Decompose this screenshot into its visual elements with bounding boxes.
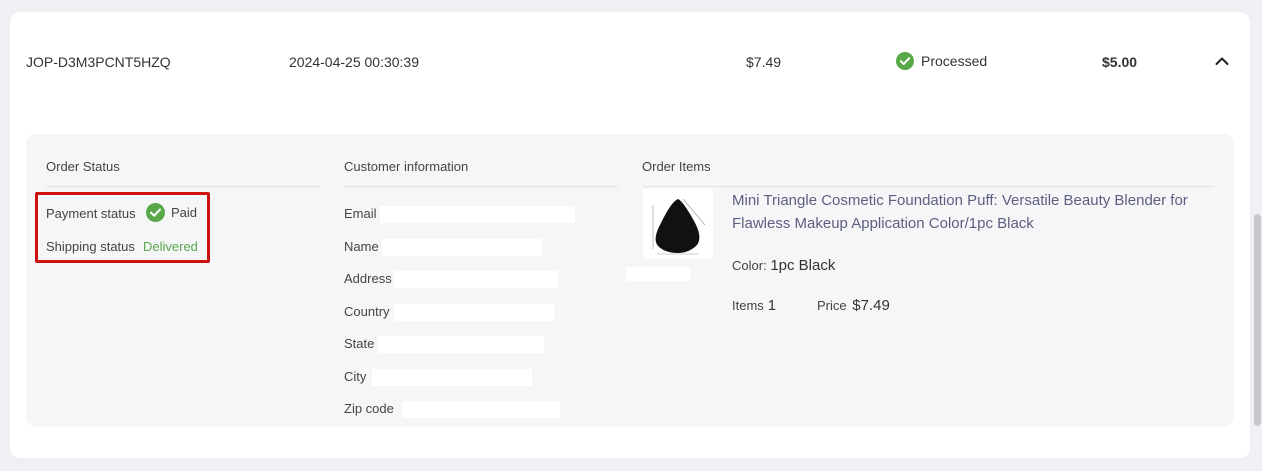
redacted-country <box>394 304 554 321</box>
redacted-email <box>380 206 575 223</box>
items-label: Items <box>732 298 764 313</box>
customer-info-title: Customer information <box>344 159 469 174</box>
product-title-link[interactable]: Mini Triangle Cosmetic Foundation Puff: … <box>732 189 1202 235</box>
product-variant: Color: 1pc Black <box>732 257 835 274</box>
customer-field-city: City <box>344 369 367 384</box>
customer-field-name: Name <box>344 239 379 254</box>
customer-field-zip: Zip code <box>344 401 394 416</box>
customer-field-email: Email <box>344 206 377 221</box>
chevron-up-icon[interactable] <box>1213 52 1231 70</box>
redacted-city <box>372 369 532 386</box>
check-circle-icon <box>896 52 914 70</box>
customer-field-address: Address <box>344 271 392 286</box>
redacted-address <box>394 271 558 288</box>
divider <box>642 186 1214 187</box>
items-count: Items 1 <box>732 297 776 314</box>
scrollbar[interactable] <box>1254 214 1261 426</box>
price-label: Price <box>817 298 847 313</box>
order-amount: $7.49 <box>746 54 782 70</box>
highlight-box <box>35 192 210 263</box>
items-value: 1 <box>767 297 777 314</box>
redacted-state <box>378 336 544 353</box>
price-value: $7.49 <box>852 297 890 314</box>
order-status-title: Order Status <box>46 159 120 174</box>
customer-field-state: State <box>344 336 375 351</box>
divider <box>46 186 320 187</box>
order-status-label: Processed <box>921 53 988 69</box>
customer-field-country: Country <box>344 304 390 319</box>
product-image[interactable] <box>643 189 713 259</box>
order-items-title: Order Items <box>642 159 711 174</box>
redacted-zip <box>402 401 560 418</box>
foundation-puff-image <box>652 198 706 255</box>
color-value: 1pc Black <box>770 257 836 274</box>
redacted-name <box>382 239 542 256</box>
order-date: 2024-04-25 00:30:39 <box>289 54 419 70</box>
divider <box>344 186 618 187</box>
thumb-caption-redacted <box>626 267 690 281</box>
order-total: $5.00 <box>1102 54 1138 70</box>
item-price: Price $7.49 <box>817 297 890 314</box>
order-details-panel: Order Status Payment status Paid Shippin… <box>26 134 1234 427</box>
color-label: Color: <box>732 258 767 273</box>
order-id: JOP-D3M3PCNT5HZQ <box>26 54 171 70</box>
order-status: Processed <box>896 52 987 70</box>
order-card: JOP-D3M3PCNT5HZQ 2024-04-25 00:30:39 $7.… <box>10 12 1250 458</box>
